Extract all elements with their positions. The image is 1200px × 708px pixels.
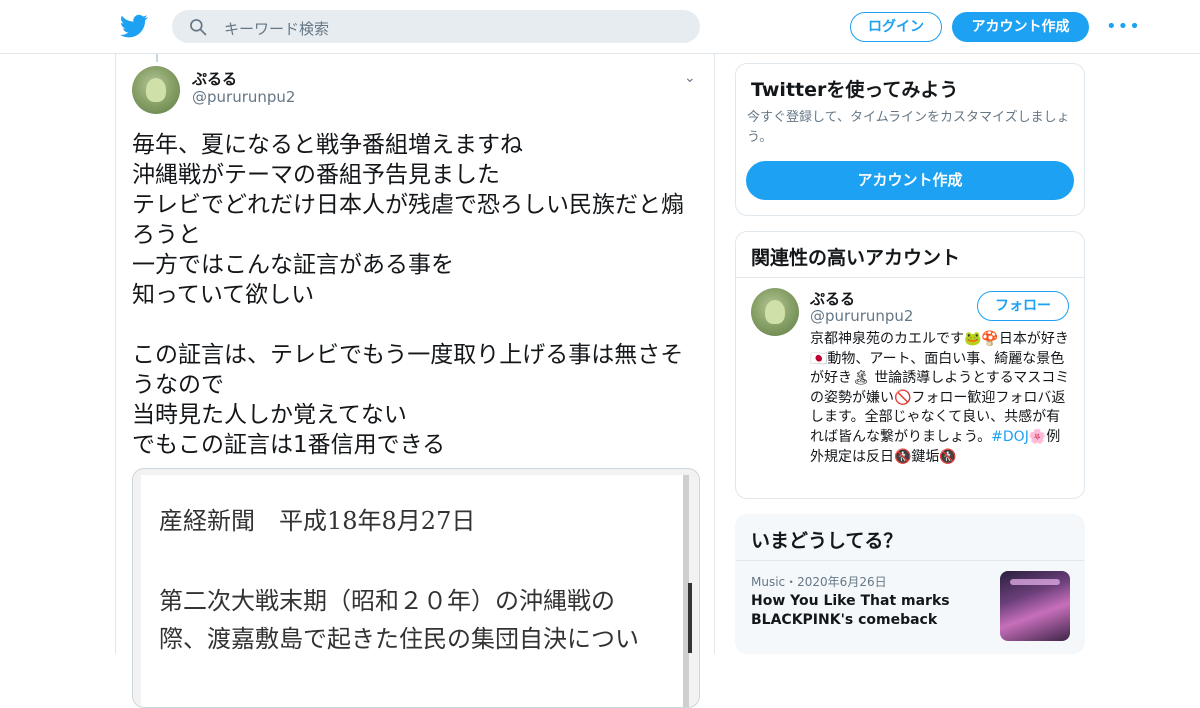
avatar[interactable] [751, 288, 799, 336]
tweet-column: ぷるる @pururunpu2 ⌄ 毎年、夏になると戦争番組増えますね 沖縄戦が… [115, 54, 715, 708]
chevron-down-icon[interactable]: ⌄ [684, 70, 696, 86]
search-bar[interactable]: キーワード検索 [172, 10, 700, 43]
account-handle[interactable]: @pururunpu2 [810, 307, 913, 325]
author-name[interactable]: ぷるる [192, 68, 237, 89]
image-text-line-3: 際、渡嘉敷島で起きた住民の集団自決につい [159, 625, 639, 653]
avatar[interactable] [132, 66, 180, 114]
thread-connector [156, 54, 158, 62]
divider [736, 277, 1084, 278]
image-text-line-1: 産経新聞 平成18年8月27日 [159, 507, 476, 535]
trend-meta: Music・2020年6月26日 [751, 575, 887, 589]
image-text-line-2: 第二次大戦末期（昭和２０年）の沖縄戦の [159, 587, 615, 615]
bio-text: 京都神泉苑のカエルです🐸🍄日本が好き🇯🇵動物、アート、面白い事、綺麗な景色が好き… [810, 331, 1070, 445]
hashtag-link[interactable]: #DOJ [991, 429, 1029, 445]
more-options-icon[interactable]: ••• [1106, 16, 1141, 37]
related-accounts-card: 関連性の高いアカウント ぷるる @pururunpu2 フォロー 京都神泉苑のカ… [735, 231, 1085, 499]
card-title: いまどうしてる？ [751, 530, 903, 552]
image-scroll-mark [688, 583, 692, 653]
card-title: 関連性の高いアカウント [751, 247, 961, 269]
login-button[interactable]: ログイン [850, 12, 942, 42]
follow-button[interactable]: フォロー [977, 291, 1069, 321]
signup-button[interactable]: アカウント作成 [952, 12, 1089, 42]
divider [736, 560, 1084, 561]
account-bio: 京都神泉苑のカエルです🐸🍄日本が好き🇯🇵動物、アート、面白い事、綺麗な景色が好き… [810, 330, 1072, 467]
twitter-bird-icon[interactable] [120, 12, 148, 40]
tweet-image[interactable]: 産経新聞 平成18年8月27日 第二次大戦末期（昭和２０年）の沖縄戦の 際、渡嘉… [132, 468, 700, 708]
card-title: Twitterを使ってみよう [751, 79, 959, 101]
trends-card: いまどうしてる？ Music・2020年6月26日 How You Like T… [735, 514, 1085, 654]
try-twitter-card: Twitterを使ってみよう 今すぐ登録して、タイムラインをカスタマイズしましょ… [735, 63, 1085, 216]
search-icon [190, 19, 207, 36]
account-name[interactable]: ぷるる [810, 288, 855, 309]
search-placeholder[interactable]: キーワード検索 [224, 18, 329, 39]
trend-thumbnail[interactable] [1000, 571, 1070, 641]
newspaper-clipping: 産経新聞 平成18年8月27日 第二次大戦末期（昭和２０年）の沖縄戦の 際、渡嘉… [141, 475, 689, 707]
author-handle[interactable]: @pururunpu2 [192, 88, 295, 106]
card-subtitle: 今すぐ登録して、タイムラインをカスタマイズしましょう。 [747, 110, 1070, 145]
trend-headline[interactable]: How You Like That marks BLACKPINK's come… [751, 592, 981, 630]
top-bar: キーワード検索 ログイン アカウント作成 ••• [0, 0, 1200, 54]
tweet-text: 毎年、夏になると戦争番組増えますね 沖縄戦がテーマの番組予告見ました テレビでど… [132, 132, 684, 458]
create-account-button[interactable]: アカウント作成 [746, 161, 1074, 200]
